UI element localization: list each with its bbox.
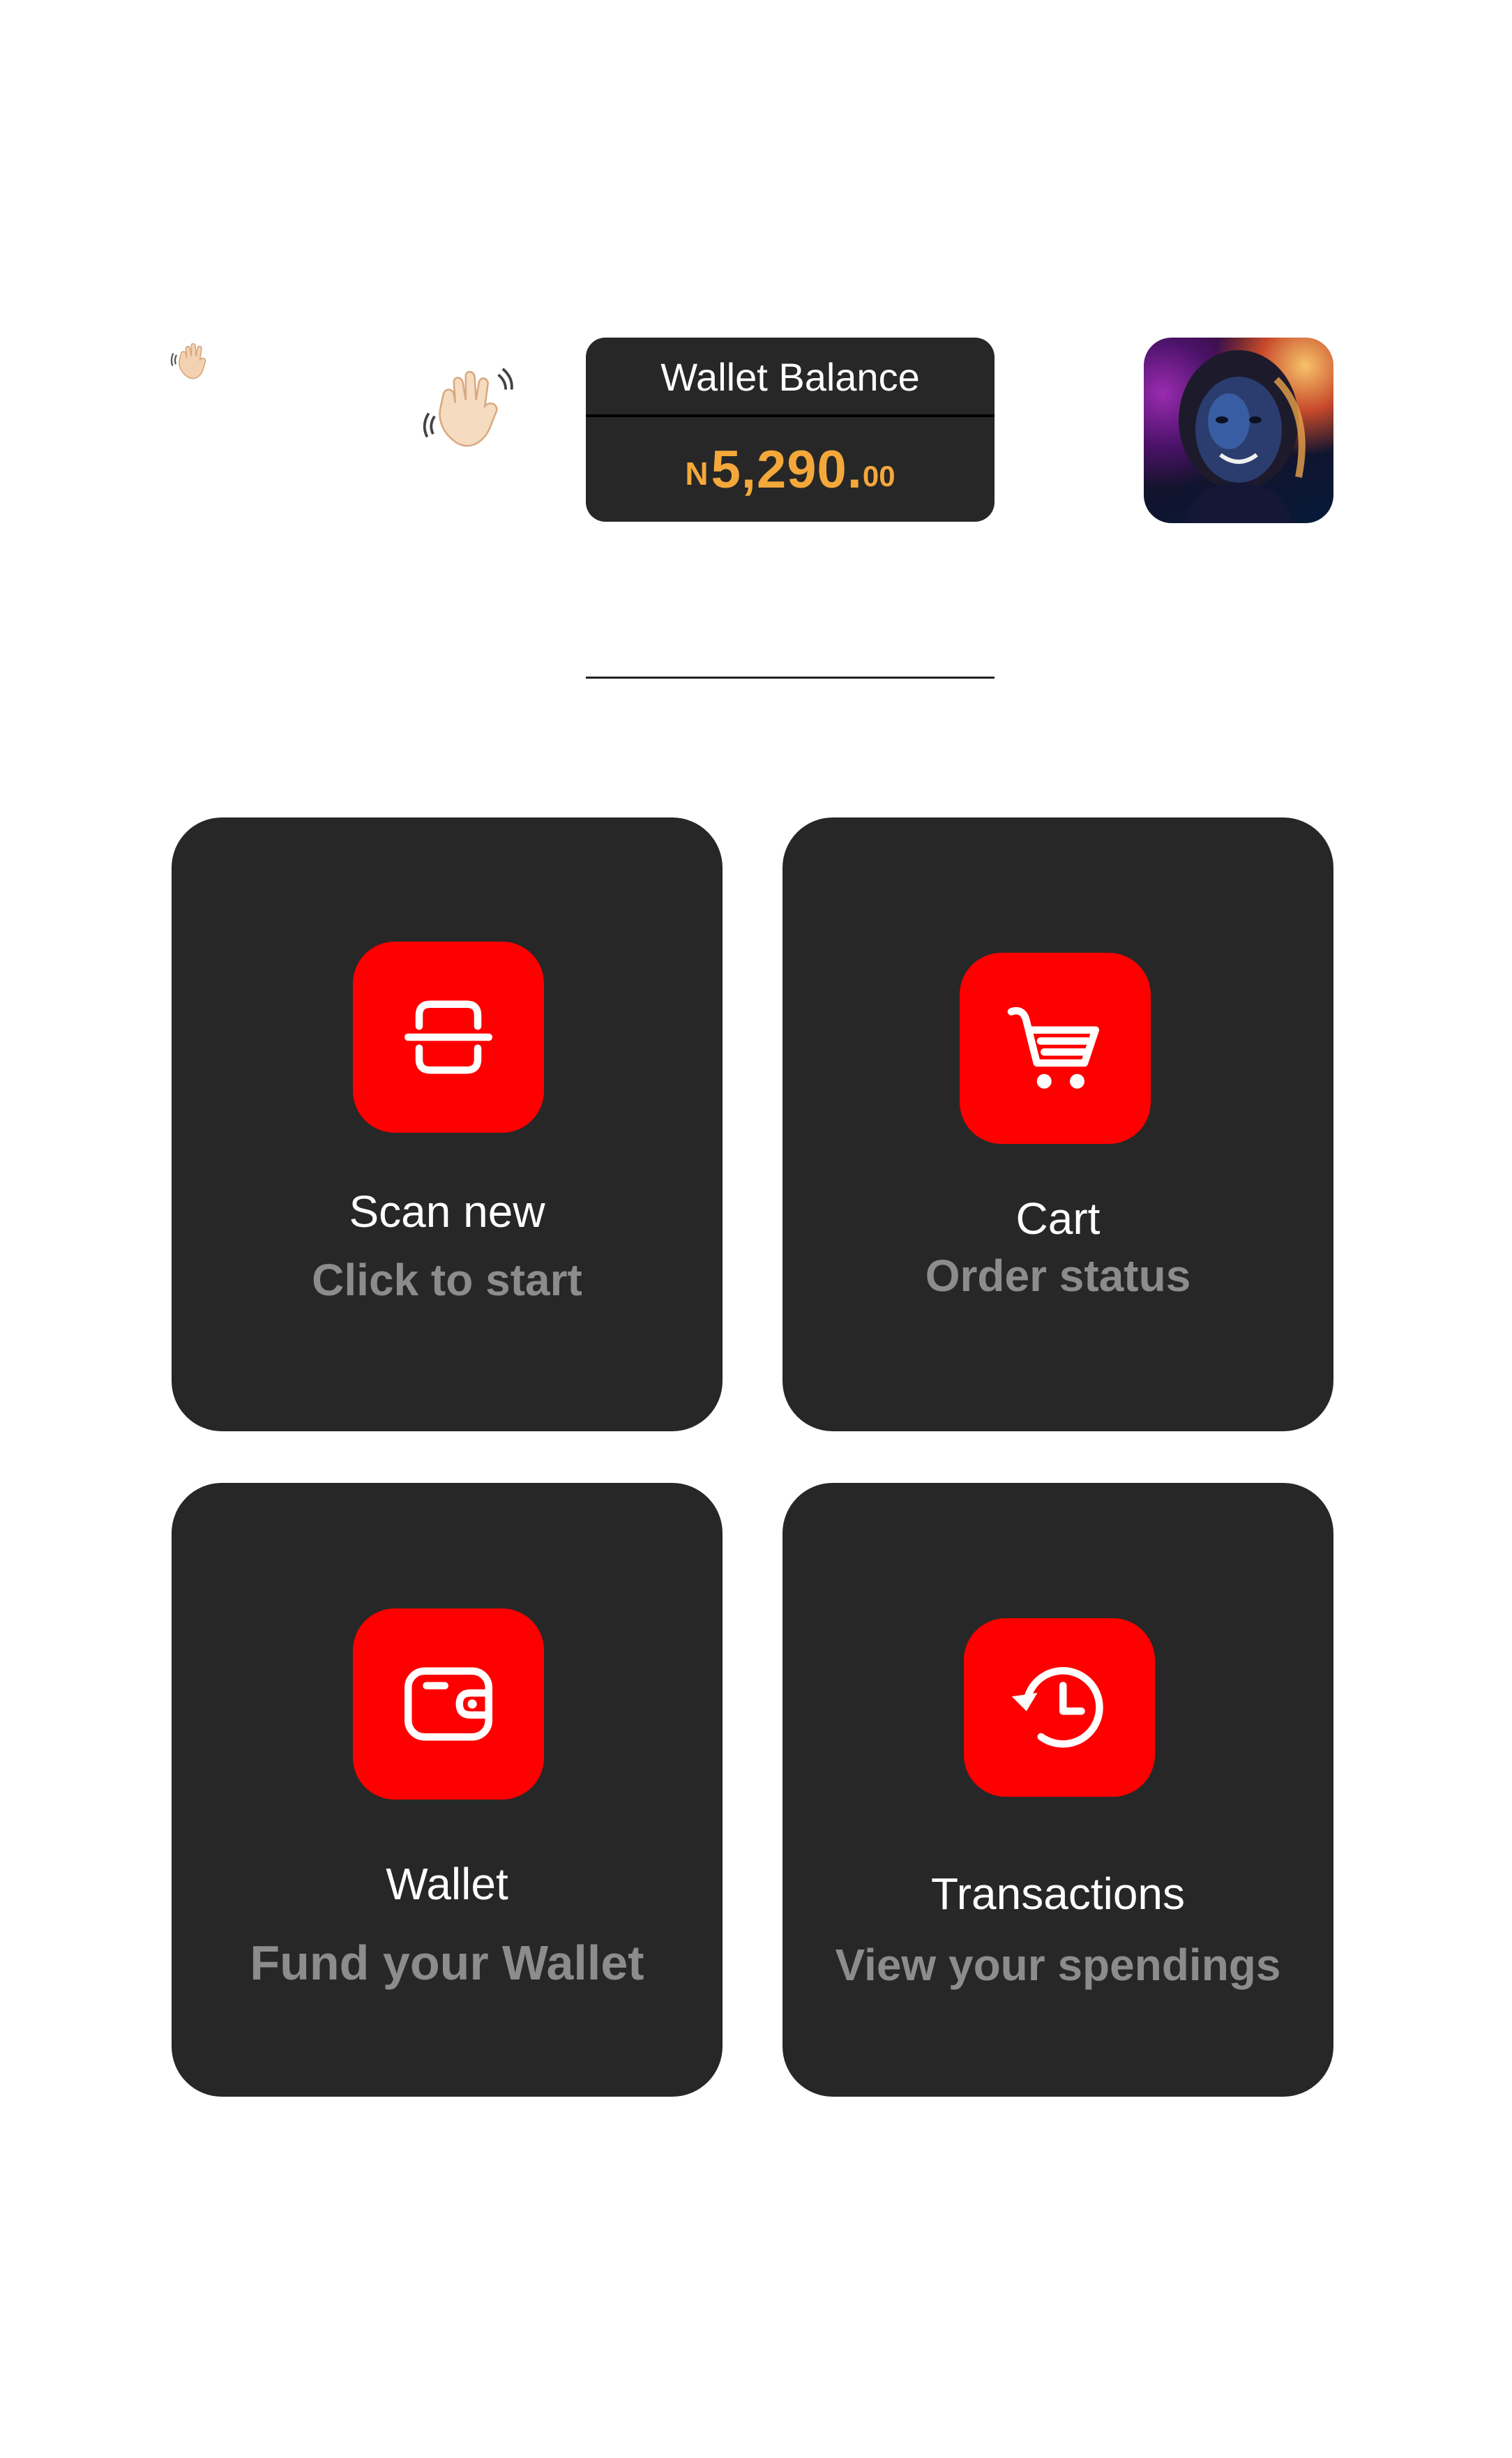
card-title: Cart bbox=[1015, 1193, 1101, 1244]
currency-symbol: N bbox=[685, 455, 709, 492]
scan-new-card[interactable]: Scan new Click to start bbox=[172, 817, 723, 1431]
cart-card[interactable]: Cart Order status bbox=[783, 817, 1333, 1431]
card-subtitle: Fund your Wallet bbox=[250, 1936, 644, 1990]
waving-hand-icon bbox=[170, 338, 220, 388]
card-subtitle: Order status bbox=[925, 1251, 1191, 1301]
waving-hand-icon bbox=[421, 360, 516, 455]
transactions-card[interactable]: Transactions View your spendings bbox=[783, 1483, 1333, 2097]
card-title: Transactions bbox=[931, 1869, 1185, 1919]
card-subtitle: View your spendings bbox=[835, 1940, 1281, 1990]
amount-major: 5,290. bbox=[711, 439, 863, 499]
scan-icon bbox=[353, 942, 544, 1133]
user-avatar[interactable] bbox=[1144, 338, 1333, 523]
history-icon bbox=[964, 1618, 1155, 1797]
card-title: Scan new bbox=[349, 1186, 545, 1237]
avatar-portrait bbox=[1179, 350, 1306, 523]
wallet-icon bbox=[353, 1608, 544, 1800]
amount-minor: 00 bbox=[862, 460, 895, 492]
card-title: Wallet bbox=[386, 1859, 508, 1909]
wallet-balance-card: Wallet Balance N 5,290. 00 bbox=[586, 338, 995, 522]
divider bbox=[586, 677, 995, 679]
wallet-balance-title: Wallet Balance bbox=[586, 338, 995, 417]
wallet-card[interactable]: Wallet Fund your Wallet bbox=[172, 1483, 723, 2097]
card-subtitle: Click to start bbox=[312, 1255, 582, 1305]
cart-icon bbox=[960, 953, 1151, 1144]
wallet-balance-amount: N 5,290. 00 bbox=[586, 417, 995, 522]
